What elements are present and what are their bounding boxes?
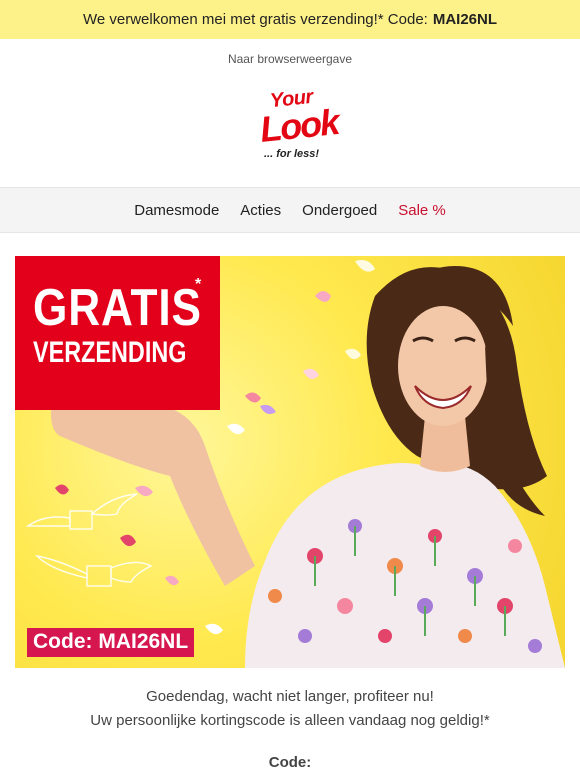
nav-item-sale[interactable]: Sale %: [398, 202, 446, 219]
nav-item-acties[interactable]: Acties: [240, 202, 281, 219]
promo-banner: We verwelkomen mei met gratis verzending…: [0, 0, 580, 39]
nav-item-ondergoed[interactable]: Ondergoed: [302, 202, 377, 219]
promo-text: We verwelkomen mei met gratis verzending…: [82, 11, 428, 28]
your-look-logo[interactable]: Your Look ... for less!: [250, 86, 340, 168]
hero-discount-code: Code: MAI26NL: [27, 628, 195, 657]
browser-view-link[interactable]: Naar browserweergave: [0, 52, 580, 66]
badge-asterisk: *: [195, 276, 202, 293]
greeting-text: Goedendag, wacht niet langer, profiteer …: [0, 685, 580, 733]
badge-verzending-text: VERZENDING: [33, 336, 187, 369]
promo-code: MAI26NL: [432, 11, 498, 28]
main-nav: Damesmode Acties Ondergoed Sale %: [0, 187, 580, 233]
greeting-line-2: Uw persoonlijke kortingscode is alleen v…: [90, 712, 490, 729]
logo-tagline: ... for less!: [264, 148, 320, 160]
free-shipping-badge: GRATIS * VERZENDING: [15, 256, 220, 410]
code-label: Code:: [268, 754, 312, 771]
nav-item-damesmode[interactable]: Damesmode: [134, 202, 219, 219]
greeting-line-1: Goedendag, wacht niet langer, profiteer …: [146, 688, 434, 705]
badge-gratis-text: GRATIS: [33, 279, 202, 337]
logo-word-look: Look: [258, 101, 340, 150]
hero-banner[interactable]: GRATIS * VERZENDING Code: MAI26NL: [15, 256, 565, 668]
